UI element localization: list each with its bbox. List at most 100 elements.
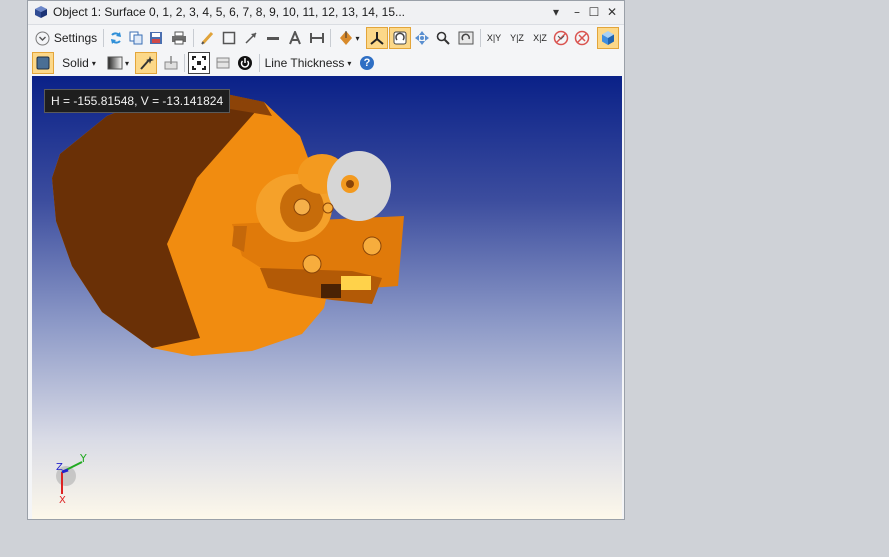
arrow-icon (245, 32, 257, 44)
power-icon (238, 56, 252, 70)
copy-button[interactable] (127, 27, 145, 49)
separator (259, 54, 260, 72)
fit-frame-icon (192, 56, 206, 70)
chevron-down-icon: ▾ (124, 58, 129, 68)
3d-view-button[interactable] (597, 27, 619, 49)
3d-viewport[interactable]: H = -155.81548, V = -13.141824 Y Z X (32, 76, 622, 519)
chevron-down-icon: ▾ (355, 33, 360, 43)
chevron-circle-icon (35, 31, 50, 45)
rectangle-icon (222, 31, 236, 45)
toolbar-render: Solid ▾ ▾ Line Thickness ▾ ? (28, 51, 624, 75)
settings-button[interactable]: Settings (33, 27, 99, 49)
help-button[interactable]: ? (357, 52, 377, 74)
orbit-button[interactable] (389, 27, 411, 49)
no-rotate-button[interactable] (551, 27, 571, 49)
view-xy-label: X|Y (486, 33, 502, 43)
shaded-box-icon (36, 56, 50, 70)
render-mode-label: Solid (62, 56, 89, 70)
save-icon (150, 32, 162, 44)
chevron-down-icon: ▾ (91, 58, 96, 68)
line-button[interactable] (264, 27, 282, 49)
window-menu-button[interactable]: ▾ (548, 4, 564, 20)
wand-icon (140, 56, 154, 70)
separator (103, 29, 104, 47)
axis-x-label: X (59, 495, 66, 504)
rotate-axes-button[interactable] (366, 27, 388, 49)
background-dropdown[interactable]: ▾ (104, 52, 132, 74)
no-zoom-icon (574, 30, 590, 46)
bolt-lower-2 (362, 236, 382, 256)
view-yz-button[interactable]: Y|Z (506, 27, 528, 49)
gear-left (293, 198, 311, 216)
line-thickness-dropdown[interactable]: Line Thickness ▾ (263, 52, 353, 74)
grey-disc (327, 151, 391, 221)
view-xz-label: X|Z (533, 33, 547, 43)
gradient-icon (107, 56, 123, 70)
axis-triad: Y Z X (56, 452, 87, 504)
settings-label: Settings (53, 31, 98, 45)
connector-light (341, 276, 371, 290)
save-button[interactable] (147, 27, 165, 49)
connector-dark (321, 284, 341, 298)
cube-icon (35, 6, 47, 18)
render-mode-dropdown[interactable]: Solid ▾ (58, 52, 100, 74)
pencil-icon (201, 31, 214, 45)
3d-model-render (52, 90, 404, 356)
arrow-button[interactable] (242, 27, 260, 49)
fit-view-button[interactable] (188, 52, 210, 74)
move-icon (415, 31, 429, 45)
coordinate-readout: H = -155.81548, V = -13.141824 (44, 89, 231, 113)
close-button[interactable]: ✕ (604, 4, 620, 20)
axis-z-label: Z (56, 462, 63, 473)
rectangle-button[interactable] (220, 27, 238, 49)
bolt-upper (322, 202, 334, 214)
reset-view-icon (458, 31, 474, 45)
export-icon (164, 56, 178, 70)
layout-icon (216, 57, 230, 69)
minimize-button[interactable]: – (569, 4, 585, 20)
text-icon (289, 31, 301, 45)
print-icon (172, 31, 186, 45)
no-zoom-button[interactable] (572, 27, 592, 49)
zoom-button[interactable] (434, 27, 452, 49)
no-rotate-icon (553, 30, 569, 46)
gear-right (346, 180, 354, 188)
power-button[interactable] (235, 52, 255, 74)
shaded-button[interactable] (32, 52, 54, 74)
reset-view-button[interactable] (456, 27, 476, 49)
separator (480, 29, 481, 47)
refresh-icon (111, 32, 121, 44)
help-label: ? (363, 57, 371, 69)
orbit-icon (393, 31, 407, 45)
dimension-icon (310, 33, 324, 43)
axis-y-label: Y (79, 452, 87, 465)
layout-button[interactable] (213, 52, 233, 74)
view-yz-label: Y|Z (510, 33, 524, 43)
separator (330, 29, 331, 47)
bolt-lower-1 (302, 254, 322, 274)
line-icon (267, 37, 279, 40)
text-button[interactable] (286, 27, 304, 49)
magnifier-icon (436, 31, 450, 45)
window-title: Object 1: Surface 0, 1, 2, 3, 4, 5, 6, 7… (53, 5, 406, 19)
refresh-button[interactable] (107, 27, 125, 49)
maximize-button[interactable]: ☐ (586, 4, 602, 20)
view-xy-button[interactable]: X|Y (483, 27, 505, 49)
viewer-window: Object 1: Surface 0, 1, 2, 3, 4, 5, 6, 7… (27, 0, 625, 520)
chevron-down-icon: ▾ (347, 58, 352, 68)
line-thickness-label: Line Thickness (264, 56, 345, 70)
pencil-button[interactable] (198, 27, 216, 49)
export-button[interactable] (161, 52, 181, 74)
title-bar[interactable]: Object 1: Surface 0, 1, 2, 3, 4, 5, 6, 7… (28, 1, 624, 25)
dimension-button[interactable] (308, 27, 326, 49)
toolbar-main: Settings ▾ X|Y Y|Z X|Z (28, 26, 624, 50)
pan-button[interactable] (413, 27, 431, 49)
axes-view-icon (340, 31, 353, 45)
light-button[interactable] (135, 52, 157, 74)
copy-icon (129, 31, 143, 45)
view-xz-button[interactable]: X|Z (529, 27, 551, 49)
axes-icon (370, 32, 384, 45)
separator (184, 54, 185, 72)
view-mode-dropdown[interactable]: ▾ (335, 27, 363, 49)
print-button[interactable] (169, 27, 189, 49)
